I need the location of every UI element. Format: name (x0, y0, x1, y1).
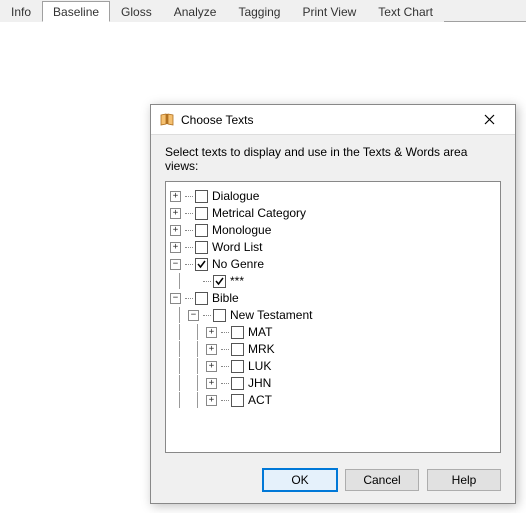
tree-node-wordlist: + Word List (170, 239, 496, 255)
collapse-icon[interactable]: − (170, 259, 181, 270)
tree-indent (170, 375, 188, 391)
tree-label[interactable]: New Testament (230, 308, 312, 322)
tree-label[interactable]: Dialogue (212, 189, 259, 203)
collapse-icon[interactable]: − (170, 293, 181, 304)
tree-node-mat: + MAT (170, 324, 496, 340)
tree-label[interactable]: Word List (212, 240, 262, 254)
help-button[interactable]: Help (427, 469, 501, 491)
tree-connector (185, 247, 193, 248)
tree-indent (170, 341, 188, 357)
checkbox-metrical[interactable] (195, 207, 208, 220)
tab-tagging[interactable]: Tagging (227, 1, 291, 22)
tree: + Dialogue + Metrical Category + Monologue + Wo… (170, 188, 496, 408)
checkbox-mrk[interactable] (231, 343, 244, 356)
tree-connector (221, 400, 229, 401)
tree-label[interactable]: Monologue (212, 223, 271, 237)
tab-text-chart[interactable]: Text Chart (367, 1, 444, 22)
checkbox-jhn[interactable] (231, 377, 244, 390)
checkbox-stars[interactable] (213, 275, 226, 288)
expand-icon[interactable]: + (170, 242, 181, 253)
tree-indent (170, 358, 188, 374)
tree-node-luk: + LUK (170, 358, 496, 374)
tree-node-bible: − Bible (170, 290, 496, 306)
dialog-instruction: Select texts to display and use in the T… (151, 135, 515, 181)
tree-indent (188, 324, 206, 340)
tree-label[interactable]: Metrical Category (212, 206, 306, 220)
close-button[interactable] (469, 106, 509, 134)
tree-node-act: + ACT (170, 392, 496, 408)
tree-indent (188, 341, 206, 357)
tree-container[interactable]: + Dialogue + Metrical Category + Monologue + Wo… (165, 181, 501, 453)
tree-label[interactable]: LUK (248, 359, 271, 373)
tree-connector (221, 366, 229, 367)
tree-indent (170, 392, 188, 408)
cancel-button[interactable]: Cancel (345, 469, 419, 491)
checkbox-monologue[interactable] (195, 224, 208, 237)
expand-icon[interactable]: + (170, 191, 181, 202)
close-icon (484, 114, 495, 125)
tab-info[interactable]: Info (0, 1, 42, 22)
tree-node-monologue: + Monologue (170, 222, 496, 238)
button-bar: OK Cancel Help (151, 461, 515, 503)
tree-label[interactable]: JHN (248, 376, 271, 390)
tree-indent (188, 375, 206, 391)
expand-icon[interactable]: + (206, 395, 217, 406)
tree-node-mrk: + MRK (170, 341, 496, 357)
tree-label[interactable]: MRK (248, 342, 275, 356)
tree-label[interactable]: MAT (248, 325, 272, 339)
tab-analyze[interactable]: Analyze (163, 1, 228, 22)
checkbox-nogenre[interactable] (195, 258, 208, 271)
tab-print-view[interactable]: Print View (291, 1, 367, 22)
tree-connector (203, 281, 211, 282)
tree-label[interactable]: ACT (248, 393, 272, 407)
tree-indent (170, 273, 188, 289)
checkbox-bible[interactable] (195, 292, 208, 305)
book-icon (159, 112, 175, 128)
tree-label[interactable]: No Genre (212, 257, 264, 271)
tab-baseline[interactable]: Baseline (42, 1, 110, 22)
tree-node-nogenre: − No Genre (170, 256, 496, 272)
tree-connector (185, 264, 193, 265)
choose-texts-dialog: Choose Texts Select texts to display and… (150, 104, 516, 504)
tree-indent (188, 392, 206, 408)
expand-icon[interactable]: + (170, 208, 181, 219)
ok-button[interactable]: OK (263, 469, 337, 491)
tree-connector (203, 315, 211, 316)
checkbox-wordlist[interactable] (195, 241, 208, 254)
tab-gloss[interactable]: Gloss (110, 1, 163, 22)
tree-connector (221, 332, 229, 333)
tree-indent (188, 358, 206, 374)
tree-connector (185, 196, 193, 197)
expand-icon[interactable]: + (206, 378, 217, 389)
tree-connector (185, 213, 193, 214)
tree-indent (170, 324, 188, 340)
tree-connector (185, 298, 193, 299)
checkbox-nt[interactable] (213, 309, 226, 322)
expand-icon[interactable]: + (170, 225, 181, 236)
checkbox-mat[interactable] (231, 326, 244, 339)
tree-node-dialogue: + Dialogue (170, 188, 496, 204)
expand-icon[interactable]: + (206, 327, 217, 338)
tree-label[interactable]: Bible (212, 291, 239, 305)
tree-label[interactable]: *** (230, 274, 244, 288)
expand-icon[interactable]: + (206, 344, 217, 355)
checkbox-luk[interactable] (231, 360, 244, 373)
tree-connector (185, 230, 193, 231)
checkbox-dialogue[interactable] (195, 190, 208, 203)
collapse-icon[interactable]: − (188, 310, 199, 321)
tree-indent (170, 307, 188, 323)
dialog-title: Choose Texts (181, 113, 469, 127)
tree-node-stars: *** (170, 273, 496, 289)
tree-connector (221, 383, 229, 384)
tree-node-jhn: + JHN (170, 375, 496, 391)
expand-icon[interactable]: + (206, 361, 217, 372)
checkbox-act[interactable] (231, 394, 244, 407)
tree-node-metrical: + Metrical Category (170, 205, 496, 221)
expander-blank (188, 276, 199, 287)
tree-node-nt: − New Testament (170, 307, 496, 323)
tab-strip: InfoBaselineGlossAnalyzeTaggingPrint Vie… (0, 0, 526, 22)
tree-connector (221, 349, 229, 350)
titlebar: Choose Texts (151, 105, 515, 135)
